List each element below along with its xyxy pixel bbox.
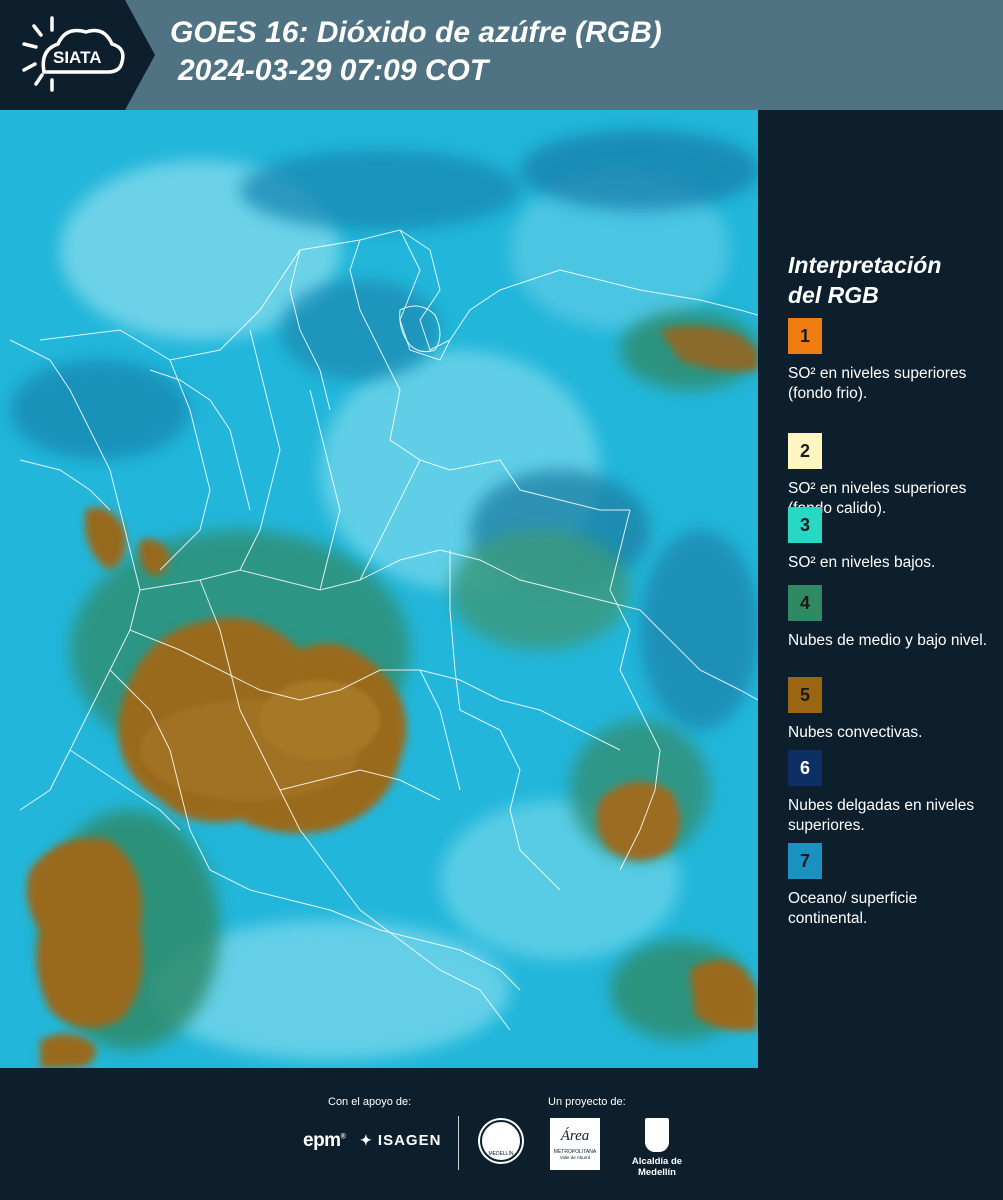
- title-line-1: GOES 16: Dióxido de azúfre (RGB): [170, 16, 662, 49]
- legend-item-1: 1 SO² en niveles superiores (fondo frio).: [788, 318, 988, 404]
- legend-item-7: 7 Oceano/ superficie continental.: [788, 843, 988, 929]
- siata-logo: SIATA: [0, 0, 155, 110]
- legend-panel: Interpretación del RGB 1 SO² en niveles s…: [758, 110, 1003, 1068]
- legend-swatch: 2: [788, 433, 822, 469]
- legend-label: SO² en niveles bajos.: [788, 554, 936, 571]
- alcaldia-logo: Alcaldía de Medellín: [612, 1118, 702, 1178]
- epm-logo: epm®: [303, 1130, 346, 1151]
- project-label: Un proyecto de:: [548, 1096, 626, 1108]
- legend-label: Oceano/ superficie continental.: [788, 890, 918, 927]
- siata-logo-icon: SIATA: [0, 0, 155, 110]
- area-metropolitana-logo: Área METROPOLITANA Valle de Aburrá: [550, 1118, 600, 1170]
- legend-swatch: 4: [788, 585, 822, 621]
- legend-label: Nubes delgadas en niveles superiores.: [788, 797, 975, 834]
- legend-title: Interpretación del RGB: [788, 252, 942, 308]
- alcaldia-shield-icon: [645, 1118, 669, 1152]
- legend-item-4: 4 Nubes de medio y bajo nivel.: [788, 585, 988, 651]
- legend-item-5: 5 Nubes convectivas.: [788, 677, 988, 743]
- header-bar: SIATA GOES 16: Dióxido de azúfre (RGB) 2…: [0, 0, 1003, 110]
- page-title: GOES 16: Dióxido de azúfre (RGB) 2024-03…: [170, 14, 662, 90]
- legend-label: Nubes convectivas.: [788, 724, 923, 741]
- legend-swatch: 1: [788, 318, 822, 354]
- legend-swatch: 5: [788, 677, 822, 713]
- svg-text:SIATA: SIATA: [53, 48, 101, 67]
- legend-swatch: 3: [788, 507, 822, 543]
- legend-item-3: 3 SO² en niveles bajos.: [788, 507, 988, 573]
- isagen-logo: ✦ ISAGEN: [360, 1132, 442, 1149]
- legend-swatch: 6: [788, 750, 822, 786]
- legend-swatch: 7: [788, 843, 822, 879]
- legend-label: SO² en niveles superiores (fondo frio).: [788, 365, 967, 402]
- satellite-map: [0, 110, 758, 1068]
- medellin-seal-logo: MEDELLÍN: [478, 1118, 524, 1164]
- legend-label: Nubes de medio y bajo nivel.: [788, 632, 988, 649]
- map-image: [0, 110, 758, 1068]
- footer: Con el apoyo de: Un proyecto de: epm® ✦ …: [0, 1068, 1003, 1200]
- support-label: Con el apoyo de:: [328, 1096, 412, 1108]
- legend-item-6: 6 Nubes delgadas en niveles superiores.: [788, 750, 988, 836]
- footer-divider: [458, 1116, 459, 1170]
- isagen-icon: ✦: [360, 1132, 373, 1148]
- title-line-2: 2024-03-29 07:09 COT: [178, 54, 489, 87]
